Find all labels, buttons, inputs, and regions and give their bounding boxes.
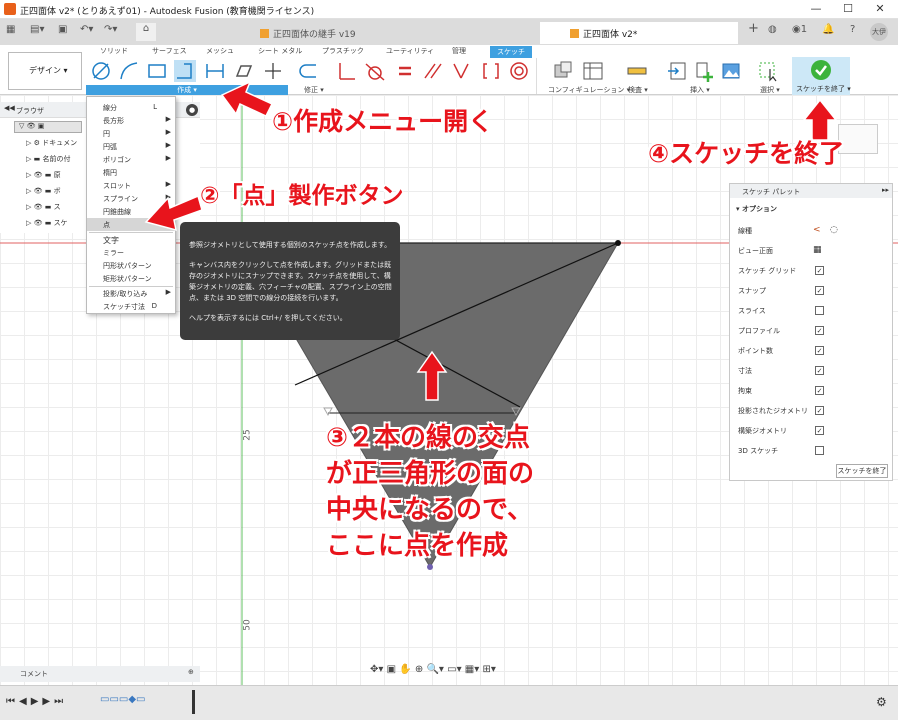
annotation-step3-line: ここに点を作成 [326, 531, 509, 561]
annotation-step4: ④スケッチを終了 [648, 139, 845, 168]
annotation-step3: ③２本の線の交点 が正三角形の面の 中央になるので、 ここに点を作成 [326, 420, 534, 564]
annotation-step2: ②「点」製作ボタン [200, 183, 404, 209]
arrow-to-create-menu [220, 80, 274, 117]
annotation-step1: ①作成メニュー開く [272, 107, 494, 136]
arrow-to-point-item [144, 194, 203, 232]
arrow-to-intersection [416, 350, 448, 401]
annotation-step3-line: ③２本の線の交点 [326, 423, 531, 453]
annotation-step3-line: 中央になるので、 [326, 495, 533, 525]
annotation-step3-line: が正三角形の面の [326, 459, 535, 489]
